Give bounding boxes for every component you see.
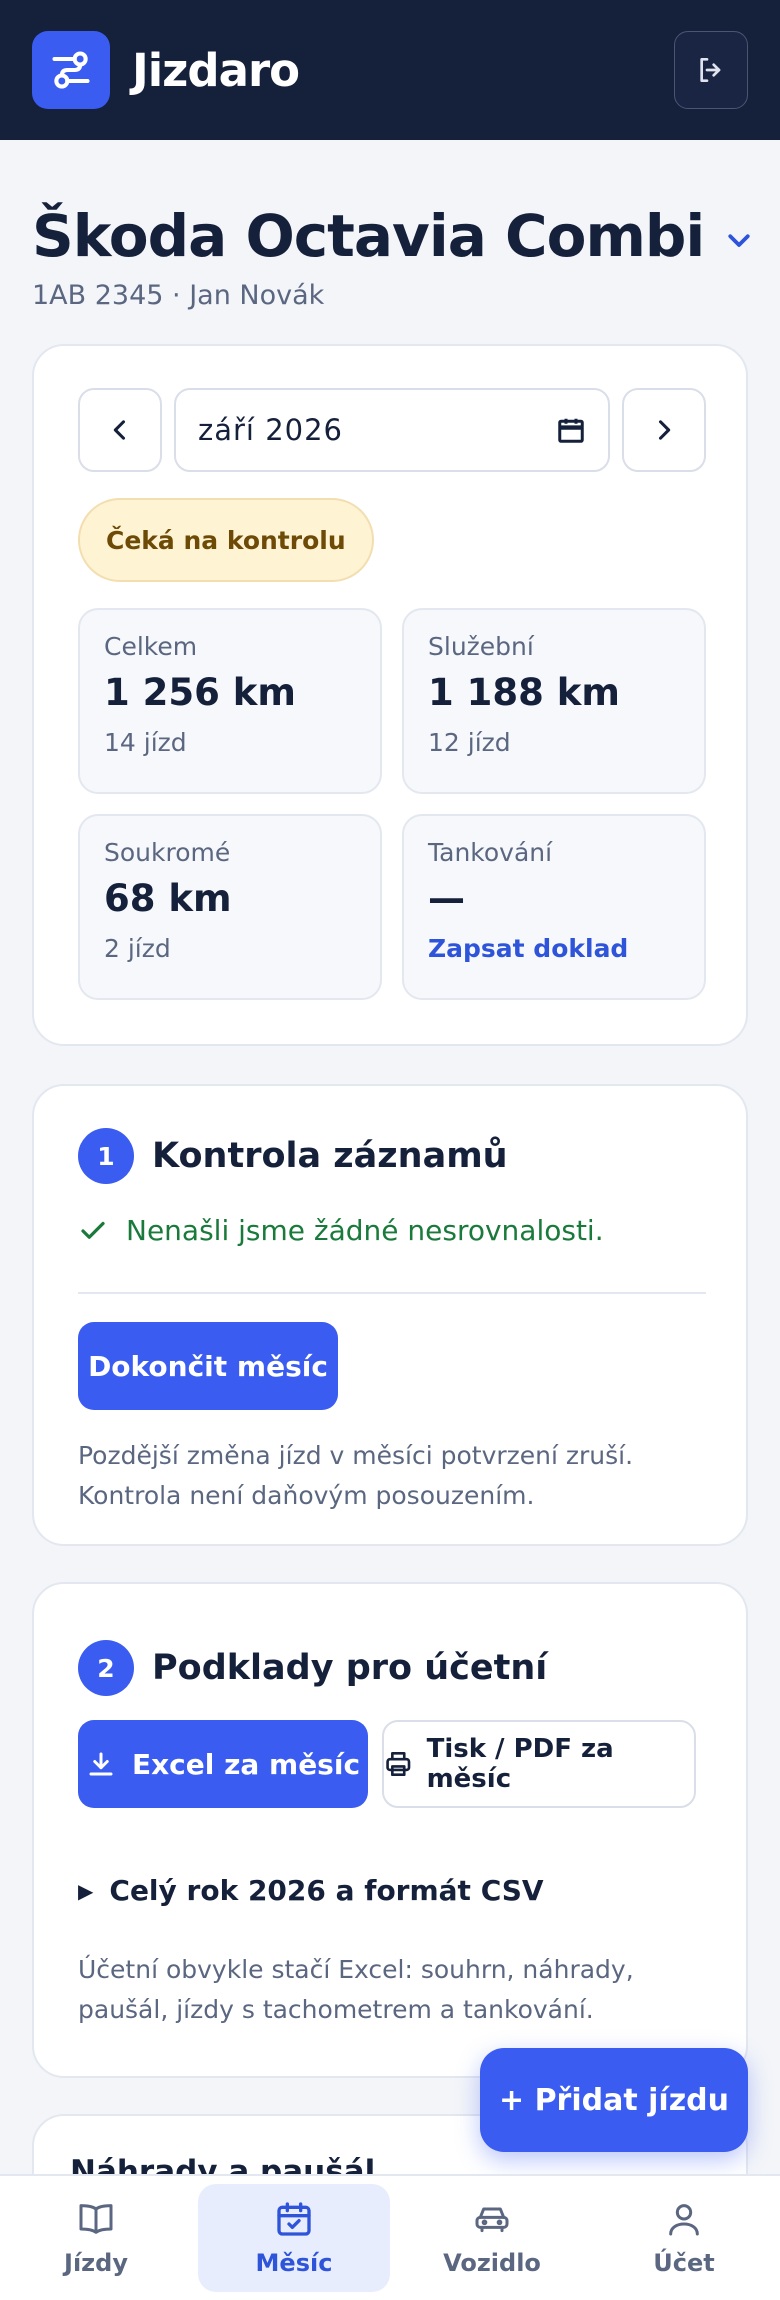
- logout-icon: [700, 58, 721, 82]
- stat-sub: 2 jízd: [104, 934, 171, 963]
- chevron-left-icon: [113, 420, 126, 440]
- nav-label: Účet: [653, 2249, 715, 2277]
- calendar-icon[interactable]: [556, 415, 586, 445]
- stat-value: 68 km: [104, 877, 232, 920]
- nav-item-trips[interactable]: Jízdy: [0, 2176, 192, 2300]
- print-pdf-label: Tisk / PDF za měsíc: [426, 1734, 614, 1794]
- disclosure-triangle-icon: ▶: [78, 1878, 94, 1903]
- add-trip-button[interactable]: + Přidat jízdu: [480, 2048, 748, 2152]
- nav-item-vehicle[interactable]: Vozidlo: [396, 2176, 588, 2300]
- stat-label: Tankování: [428, 838, 553, 867]
- stat-label: Služební: [428, 632, 534, 661]
- brand-name: Jizdaro: [132, 43, 300, 97]
- month-input[interactable]: září 2026: [174, 388, 610, 472]
- stat-business: Služební 1 188 km 12 jízd: [402, 608, 706, 794]
- stat-sub: 14 jízd: [104, 728, 187, 757]
- nav-label: Měsíc: [255, 2249, 333, 2277]
- chevron-down-icon: [728, 234, 750, 247]
- download-icon: [89, 1752, 113, 1776]
- accountant-export-card: 2 Podklady pro účetní Excel za měsíc Tis…: [32, 1582, 748, 2078]
- nav-item-account[interactable]: Účet: [588, 2176, 780, 2300]
- divider: [78, 1292, 706, 1294]
- bottom-nav: Jízdy Měsíc Vozidlo Účet: [0, 2174, 780, 2300]
- step-title: Podklady pro účetní: [152, 1648, 548, 1688]
- step-number: 2: [78, 1640, 134, 1696]
- month-summary-card: září 2026 Čeká na kontrolu Celkem 1 256 …: [32, 344, 748, 1046]
- month-value: září 2026: [198, 413, 343, 447]
- review-card: 1 Kontrola záznamů Nenašli jsme žádné ne…: [32, 1084, 748, 1546]
- stat-value: —: [428, 877, 465, 920]
- finish-month-button[interactable]: Dokončit měsíc: [78, 1322, 338, 1410]
- year-csv-disclosure[interactable]: ▶ Celý rok 2026 a formát CSV: [78, 1874, 544, 1907]
- review-note: Pozdější změna jízd v měsíci potvrzení z…: [78, 1441, 634, 1510]
- status-badge: Čeká na kontrolu: [78, 498, 374, 582]
- book-icon: [79, 2204, 113, 2234]
- stat-total: Celkem 1 256 km 14 jízd: [78, 608, 382, 794]
- route-icon: [52, 51, 90, 89]
- logout-button[interactable]: [674, 31, 748, 109]
- print-pdf-button[interactable]: Tisk / PDF za měsíc: [382, 1720, 696, 1808]
- calendar-check-icon: [277, 2202, 311, 2236]
- excel-export-label: Excel za měsíc: [131, 1747, 361, 1781]
- stat-label: Soukromé: [104, 838, 231, 867]
- user-icon: [669, 2204, 699, 2236]
- excel-export-button[interactable]: Excel za měsíc: [78, 1720, 368, 1808]
- vehicle-subtitle: 1AB 2345 · Jan Novák: [32, 280, 325, 311]
- nav-label: Vozidlo: [443, 2249, 541, 2277]
- check-icon: [81, 1221, 105, 1239]
- step-number: 1: [78, 1128, 134, 1184]
- car-icon: [475, 2207, 509, 2233]
- stat-label: Celkem: [104, 632, 198, 661]
- app-logo: [32, 31, 110, 109]
- chevron-right-icon: [658, 420, 671, 440]
- stat-fuel: Tankování — Zapsat doklad: [402, 814, 706, 1000]
- top-bar: Jizdaro: [0, 0, 780, 140]
- printer-icon: [386, 1751, 411, 1777]
- stat-value: 1 188 km: [428, 671, 620, 714]
- ok-message-text: Nenašli jsme žádné nesrovnalosti.: [126, 1214, 604, 1247]
- step-title: Kontrola záznamů: [152, 1136, 508, 1176]
- stat-value: 1 256 km: [104, 671, 296, 714]
- prev-month-button[interactable]: [78, 388, 162, 472]
- stat-sub: 12 jízd: [428, 728, 511, 757]
- stat-private: Soukromé 68 km 2 jízd: [78, 814, 382, 1000]
- add-receipt-link[interactable]: Zapsat doklad: [428, 934, 680, 963]
- next-month-button[interactable]: [622, 388, 706, 472]
- vehicle-selector[interactable]: Škoda Octavia Combi: [32, 202, 754, 270]
- nav-label: Jízdy: [64, 2249, 128, 2277]
- vehicle-title: Škoda Octavia Combi: [32, 202, 705, 270]
- nav-item-month[interactable]: Měsíc: [198, 2184, 390, 2292]
- ok-message: Nenašli jsme žádné nesrovnalosti.: [78, 1214, 604, 1247]
- export-note: Účetní obvykle stačí Excel: souhrn, náhr…: [78, 1955, 634, 2024]
- disclosure-label: Celý rok 2026 a formát CSV: [109, 1874, 544, 1907]
